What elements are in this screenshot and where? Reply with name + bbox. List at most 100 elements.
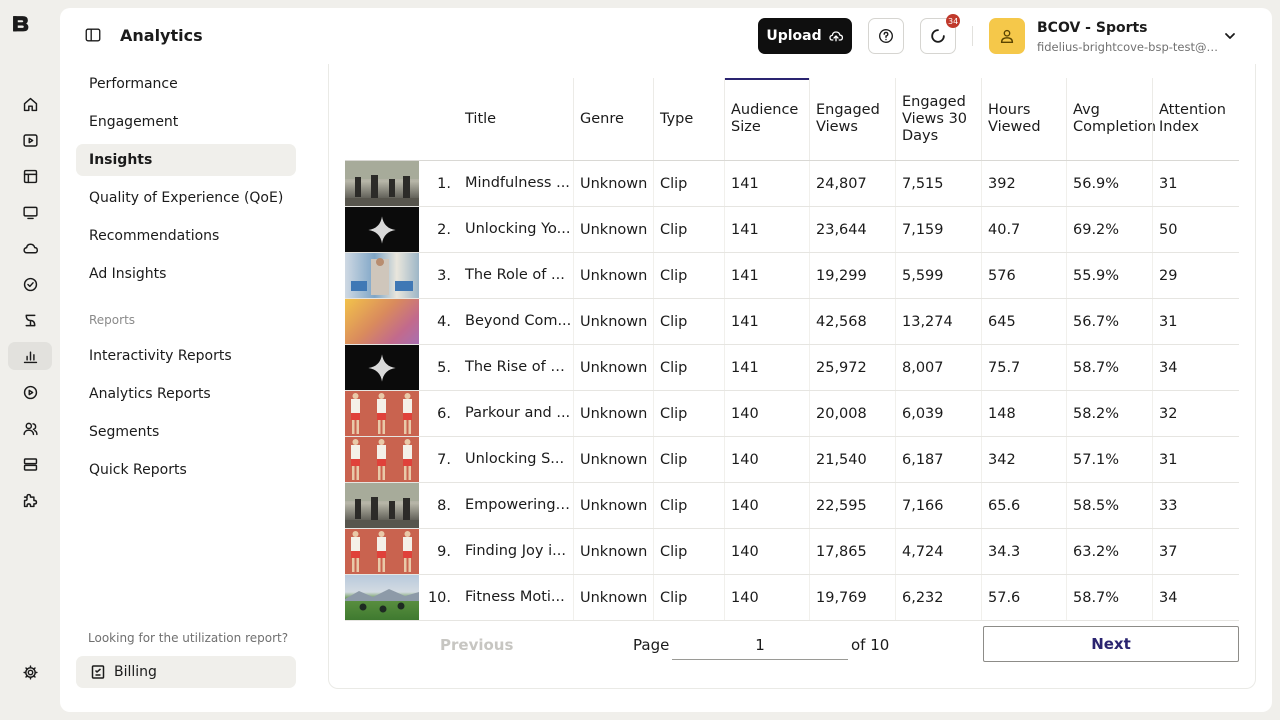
row-rank: 5. bbox=[437, 359, 451, 376]
chevron-down-icon[interactable] bbox=[1222, 28, 1238, 44]
table-row[interactable]: 4. Beyond Com... Unknown Clip 141 42,568 13,27… bbox=[345, 299, 1239, 345]
live-icon[interactable] bbox=[8, 378, 52, 406]
video-thumbnail[interactable] bbox=[345, 391, 419, 436]
cell-views: 25,972 bbox=[809, 345, 895, 390]
help-button[interactable] bbox=[868, 18, 904, 54]
settings-icon[interactable] bbox=[8, 658, 52, 686]
avatar[interactable] bbox=[989, 18, 1025, 54]
nav-item-analytics-reports[interactable]: Analytics Reports bbox=[76, 378, 296, 410]
cell-title[interactable]: Mindfulness ... bbox=[459, 161, 573, 206]
social-icon[interactable] bbox=[8, 306, 52, 334]
video-icon[interactable] bbox=[8, 126, 52, 154]
cell-views: 22,595 bbox=[809, 483, 895, 528]
brightcove-logo[interactable] bbox=[12, 15, 44, 47]
video-thumbnail[interactable] bbox=[345, 299, 419, 344]
row-rank: 3. bbox=[437, 267, 451, 284]
cell-attention: 34 bbox=[1152, 345, 1239, 390]
cell-hours: 645 bbox=[981, 299, 1066, 344]
analytics-icon[interactable] bbox=[8, 342, 52, 370]
cell-completion: 58.7% bbox=[1066, 345, 1152, 390]
cell-views30: 7,515 bbox=[895, 161, 981, 206]
table-row[interactable]: 7. Unlocking S... Unknown Clip 140 21,540 6,18… bbox=[345, 437, 1239, 483]
cell-audience: 140 bbox=[724, 575, 809, 620]
column-header-genre[interactable]: Genre bbox=[573, 78, 653, 160]
cell-type: Clip bbox=[653, 483, 724, 528]
column-header-attention[interactable]: Attention Index bbox=[1152, 78, 1239, 160]
table-row[interactable]: 10. Fitness Moti... Unknown Clip 140 19,769 6,… bbox=[345, 575, 1239, 621]
cell-views: 42,568 bbox=[809, 299, 895, 344]
home-icon[interactable] bbox=[8, 90, 52, 118]
plugin-icon[interactable] bbox=[8, 486, 52, 514]
cell-type: Clip bbox=[653, 299, 724, 344]
column-header-hours[interactable]: Hours Viewed bbox=[981, 78, 1066, 160]
account-name[interactable]: BCOV - Sports bbox=[1037, 20, 1148, 36]
cell-genre: Unknown bbox=[573, 575, 653, 620]
cell-audience: 140 bbox=[724, 483, 809, 528]
table-row[interactable]: 8. Empowering ... Unknown Clip 140 22,595 7,16… bbox=[345, 483, 1239, 529]
cell-title[interactable]: Beyond Com... bbox=[459, 299, 573, 344]
cell-completion: 58.7% bbox=[1066, 575, 1152, 620]
cell-title[interactable]: The Rise of e... bbox=[459, 345, 573, 390]
nav-item-engagement[interactable]: Engagement bbox=[76, 106, 296, 138]
cell-completion: 63.2% bbox=[1066, 529, 1152, 574]
video-thumbnail[interactable] bbox=[345, 345, 419, 390]
video-thumbnail[interactable] bbox=[345, 575, 419, 620]
upload-button[interactable]: Upload bbox=[758, 18, 852, 54]
page-title: Analytics bbox=[120, 26, 203, 45]
table-row[interactable]: 3. The Role of ... Unknown Clip 141 19,299 5,5… bbox=[345, 253, 1239, 299]
cell-hours: 57.6 bbox=[981, 575, 1066, 620]
cell-title[interactable]: Unlocking S... bbox=[459, 437, 573, 482]
table-row[interactable]: 6. Parkour and ... Unknown Clip 140 20,008 6,0… bbox=[345, 391, 1239, 437]
column-header-views[interactable]: Engaged Views bbox=[809, 78, 895, 160]
table-row[interactable]: 2. Unlocking Yo... Unknown Clip 141 23,644 7,1… bbox=[345, 207, 1239, 253]
player-icon[interactable] bbox=[8, 198, 52, 226]
cell-completion: 57.1% bbox=[1066, 437, 1152, 482]
server-icon[interactable] bbox=[8, 450, 52, 478]
nav-item-performance[interactable]: Performance bbox=[76, 68, 296, 100]
column-header-audience[interactable]: Audience Size bbox=[724, 78, 809, 160]
users-icon[interactable] bbox=[8, 414, 52, 442]
utilization-report-hint: Looking for the utilization report? bbox=[88, 631, 289, 645]
cloud-icon[interactable] bbox=[8, 234, 52, 262]
nav-item-recommendations[interactable]: Recommendations bbox=[76, 220, 296, 252]
video-thumbnail[interactable] bbox=[345, 253, 419, 298]
next-button[interactable]: Next bbox=[983, 626, 1239, 662]
table-row[interactable]: 9. Finding Joy i... Unknown Clip 140 17,865 4,… bbox=[345, 529, 1239, 575]
cell-title[interactable]: Empowering ... bbox=[459, 483, 573, 528]
cell-views30: 13,274 bbox=[895, 299, 981, 344]
cell-hours: 75.7 bbox=[981, 345, 1066, 390]
video-thumbnail[interactable] bbox=[345, 529, 419, 574]
column-header-type[interactable]: Type bbox=[653, 78, 724, 160]
help-icon bbox=[879, 29, 893, 43]
sidebar-toggle-icon[interactable] bbox=[84, 26, 104, 46]
nav-item-ad-insights[interactable]: Ad Insights bbox=[76, 258, 296, 290]
video-thumbnail[interactable] bbox=[345, 207, 419, 252]
cell-title[interactable]: Fitness Moti... bbox=[459, 575, 573, 620]
page-number-input[interactable] bbox=[672, 630, 848, 660]
nav-item-segments[interactable]: Segments bbox=[76, 416, 296, 448]
table-row[interactable]: 1. Mindfulness ... Unknown Clip 141 24,807 7,5… bbox=[345, 161, 1239, 207]
video-thumbnail[interactable] bbox=[345, 161, 419, 206]
cell-title[interactable]: Parkour and ... bbox=[459, 391, 573, 436]
cell-audience: 140 bbox=[724, 391, 809, 436]
nav-item-interactivity-reports[interactable]: Interactivity Reports bbox=[76, 340, 296, 372]
cell-title[interactable]: The Role of ... bbox=[459, 253, 573, 298]
column-header-title[interactable]: Title bbox=[459, 78, 573, 160]
nav-item-quick-reports[interactable]: Quick Reports bbox=[76, 454, 296, 486]
cell-attention: 29 bbox=[1152, 253, 1239, 298]
nav-item-insights[interactable]: Insights bbox=[76, 144, 296, 176]
billing-button[interactable]: Billing bbox=[76, 656, 296, 688]
user-icon bbox=[1000, 29, 1014, 43]
cell-title[interactable]: Unlocking Yo... bbox=[459, 207, 573, 252]
nav-item-qoe[interactable]: Quality of Experience (QoE) bbox=[76, 182, 296, 214]
check-circle-icon[interactable] bbox=[8, 270, 52, 298]
playlist-icon[interactable] bbox=[8, 162, 52, 190]
cell-title[interactable]: Finding Joy i... bbox=[459, 529, 573, 574]
previous-button[interactable]: Previous bbox=[440, 636, 513, 654]
cell-attention: 33 bbox=[1152, 483, 1239, 528]
column-header-completion[interactable]: Avg Completion bbox=[1066, 78, 1156, 160]
video-thumbnail[interactable] bbox=[345, 437, 419, 482]
video-thumbnail[interactable] bbox=[345, 483, 419, 528]
table-row[interactable]: 5. The Rise of e... Unknown Clip 141 25,972 8,… bbox=[345, 345, 1239, 391]
column-header-views30[interactable]: Engaged Views 30 Days bbox=[895, 78, 981, 160]
